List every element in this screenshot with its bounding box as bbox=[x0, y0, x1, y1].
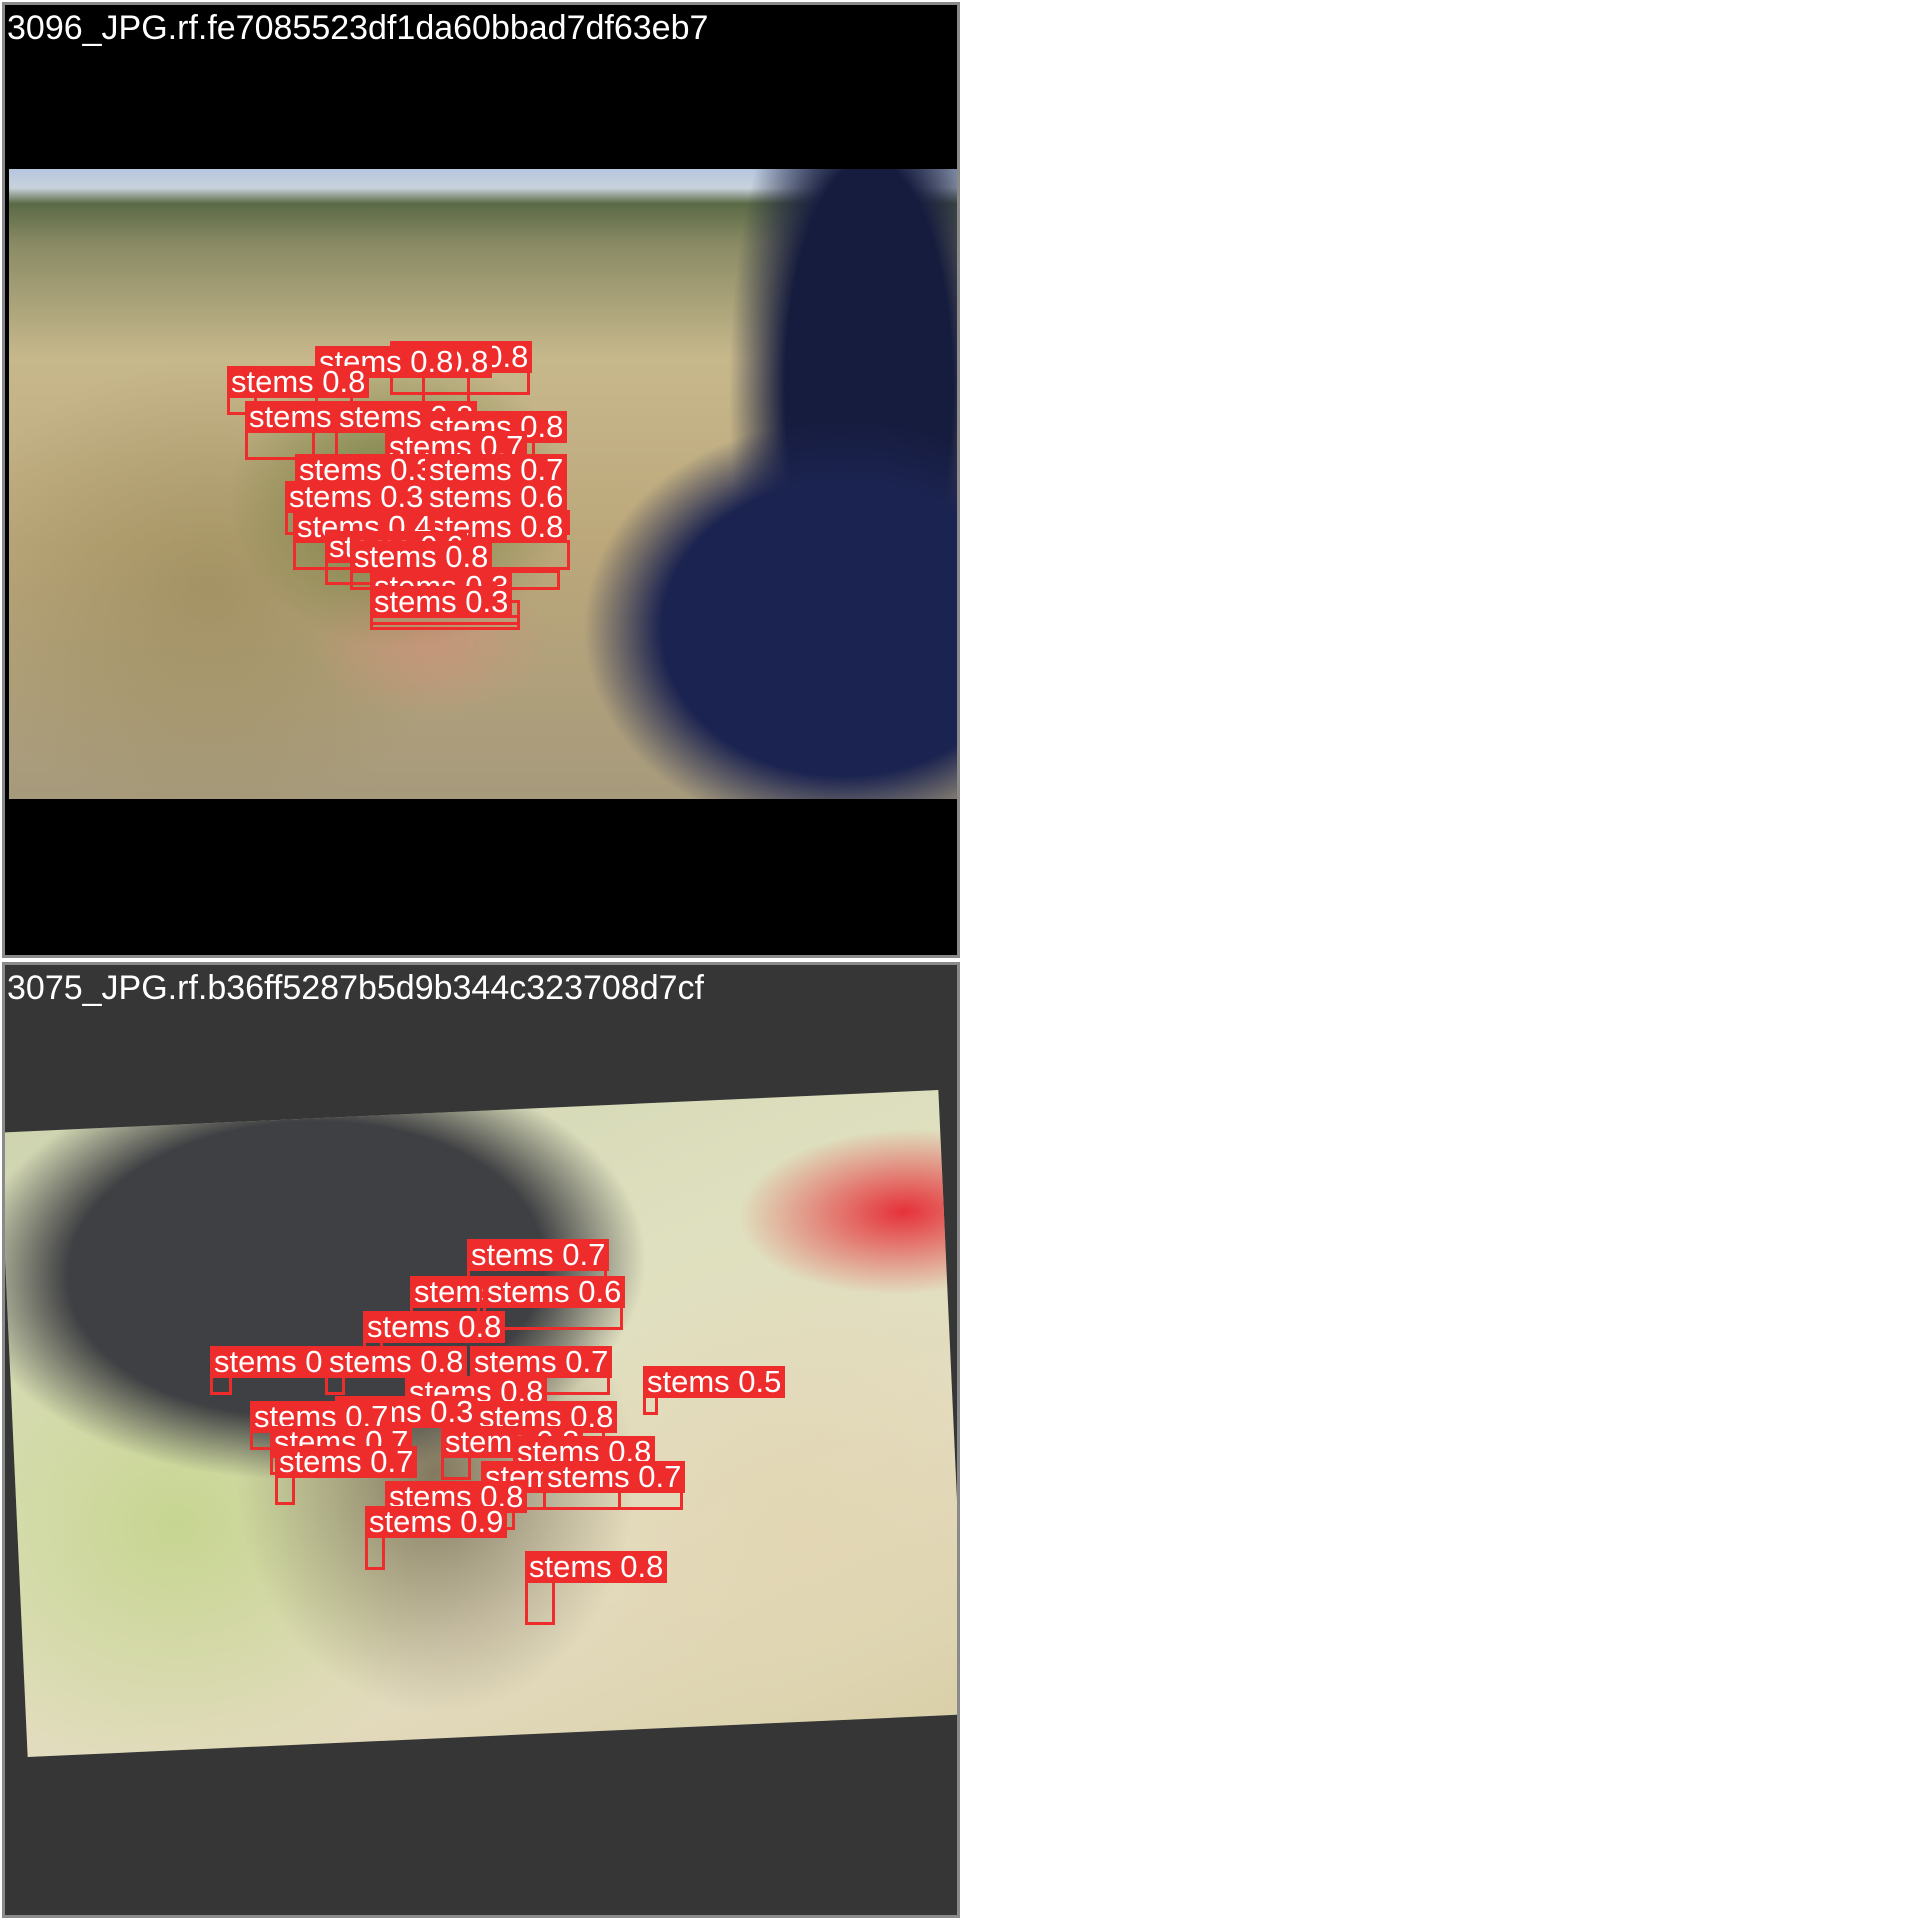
detection-label: stems 0.8 bbox=[227, 366, 370, 398]
detection-box: stems 0.5 bbox=[643, 1366, 786, 1415]
detection-label: stems 0.8 bbox=[525, 1551, 668, 1583]
image-tile-2: 3075_JPG.rf.b36ff5287b5d9b344c323708d7cf… bbox=[2, 962, 960, 1918]
detection-label: stems 0.9 bbox=[365, 1506, 508, 1538]
detection-label: stems 0.7 bbox=[467, 1239, 610, 1271]
tile-title: 3096_JPG.rf.fe7085523df1da60bbad7df63eb7 bbox=[7, 9, 709, 47]
detection-label: stems 0.6 bbox=[483, 1276, 626, 1308]
detection-box: stems 0.8 bbox=[441, 1426, 584, 1480]
detection-label: stems 0.3 bbox=[370, 586, 513, 618]
detection-box: stems 0.7 bbox=[275, 1446, 418, 1505]
detection-box: stems 0.8 bbox=[525, 1551, 668, 1625]
detection-box: stems 0.3 bbox=[370, 586, 520, 630]
detection-box: stems 0.8 bbox=[325, 1346, 468, 1395]
detection-label: stems 0.8 bbox=[363, 1311, 506, 1343]
detection-box: stems 0.7 bbox=[210, 1346, 353, 1395]
detection-label: stems 0.7 bbox=[543, 1461, 686, 1493]
image-tile-1: 3096_JPG.rf.fe7085523df1da60bbad7df63eb7… bbox=[2, 2, 960, 958]
tile-title: 3075_JPG.rf.b36ff5287b5d9b344c323708d7cf bbox=[7, 969, 704, 1007]
detection-box: stems 0.7 bbox=[543, 1461, 686, 1510]
detection-label: stems 0.5 bbox=[643, 1366, 786, 1398]
detection-label: stems 0.7 bbox=[275, 1446, 418, 1478]
detection-box: stems 0.9 bbox=[365, 1506, 508, 1570]
